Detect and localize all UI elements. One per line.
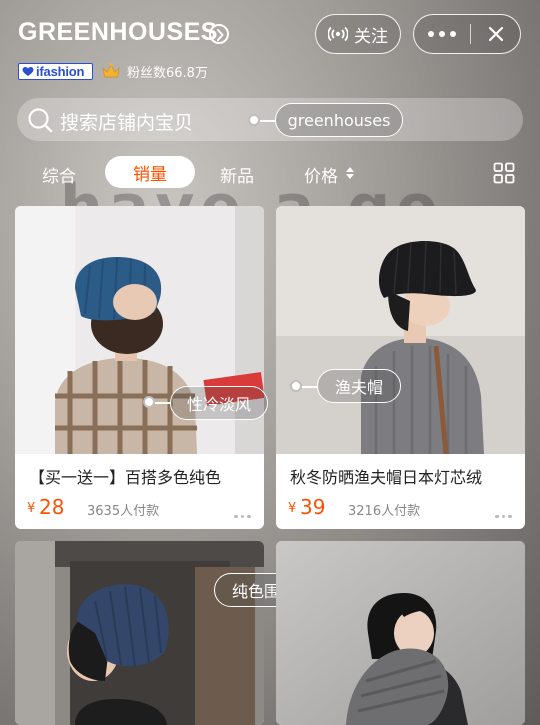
currency-symbol: ¥ (27, 501, 36, 516)
tag-connector (260, 120, 276, 122)
tab-price[interactable]: 价格 (304, 162, 338, 187)
fans-count: 粉丝数66.8万 (127, 66, 208, 81)
product-image[interactable] (276, 206, 525, 454)
tab-comprehensive[interactable]: 综合 (42, 162, 76, 187)
capsule-menu (413, 14, 521, 54)
search-tag[interactable]: greenhouses (275, 103, 403, 137)
follow-label: 关注 (354, 26, 388, 47)
brand-badge-text: ifashion (36, 64, 85, 79)
more-icon[interactable] (494, 503, 514, 522)
brand-badge: ifashion (18, 63, 93, 80)
search-icon (28, 108, 53, 133)
tab-new[interactable]: 新品 (220, 162, 254, 187)
product-price: 39 (300, 495, 326, 519)
product-tag[interactable]: 渔夫帽 (317, 369, 401, 403)
more-icon[interactable] (414, 15, 470, 53)
product-card[interactable]: 秋冬防晒渔夫帽日本灯芯绒 ¥ 39 3216人付款 (276, 206, 525, 529)
product-image[interactable] (15, 541, 264, 725)
crown-icon (102, 62, 120, 78)
currency-symbol: ¥ (288, 501, 297, 516)
more-icon[interactable] (233, 503, 253, 522)
tag-dot (290, 380, 302, 392)
product-title[interactable]: 【买一送一】百搭多色纯色 (29, 464, 255, 488)
grid-view-icon[interactable] (493, 162, 515, 184)
shop-name[interactable]: GREENHOUSES (18, 18, 218, 47)
sort-icon[interactable] (345, 166, 355, 180)
sold-count: 3216人付款 (348, 504, 421, 519)
tag-connector (155, 402, 171, 404)
broadcast-icon (328, 26, 348, 42)
product-card[interactable]: 【买一送一】百搭多色纯色 ¥ 28 3635人付款 (15, 206, 264, 529)
tag-dot (143, 396, 155, 408)
tag-connector (302, 386, 318, 388)
product-card[interactable] (276, 541, 525, 725)
product-image[interactable] (276, 541, 525, 725)
close-icon[interactable] (471, 15, 521, 53)
follow-button[interactable]: 关注 (315, 14, 401, 54)
product-tag[interactable]: 性冷淡风 (170, 386, 268, 420)
sold-count: 3635人付款 (87, 504, 160, 519)
product-title[interactable]: 秋冬防晒渔夫帽日本灯芯绒 (290, 464, 516, 488)
product-price: 28 (39, 495, 65, 519)
chevron-right-icon[interactable] (209, 24, 229, 44)
tag-dot (248, 114, 260, 126)
search-placeholder: 搜索店铺内宝贝 (60, 112, 194, 134)
heart-icon (19, 65, 36, 79)
tab-sales[interactable]: 销量 (105, 156, 195, 188)
product-card[interactable] (15, 541, 264, 725)
